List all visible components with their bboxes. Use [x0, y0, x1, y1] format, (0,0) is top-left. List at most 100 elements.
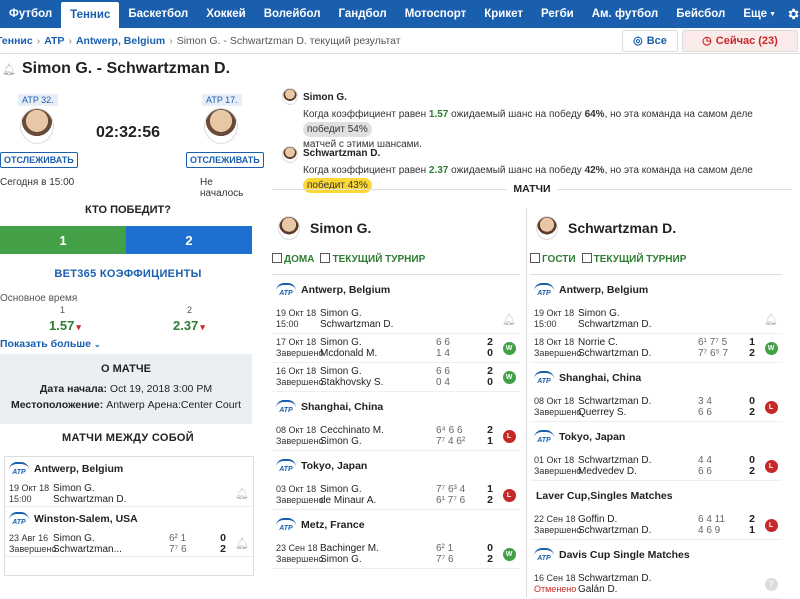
- atp-logo-icon: ATP: [534, 283, 554, 297]
- match-players: Bachinger M. Simon G.: [320, 543, 436, 565]
- matches-title-text: МАТЧИ: [507, 183, 557, 195]
- match-status: Отменено: [534, 584, 577, 594]
- match-row[interactable]: 23 Сен 18 Завершено Bachinger M. Simon G. 6²…: [272, 540, 520, 569]
- filter-home-checkbox[interactable]: ДОМА: [272, 253, 314, 265]
- match-row[interactable]: 16 Сен 18 Отменено Schwartzman D. Galán D.?: [530, 570, 782, 599]
- match-total: 12: [482, 484, 498, 506]
- away-form-list: ATP Antwerp, Belgium 19 Окт 18 15:00 Simon G…: [530, 275, 782, 599]
- match-result: L: [498, 429, 520, 443]
- match-row[interactable]: 16 Окт 18 Завершено Simon G. Stakhovsky S. 6…: [272, 363, 520, 392]
- tournament-header[interactable]: ATP Antwerp, Belgium: [530, 275, 782, 305]
- match-player-1: Simon G.: [320, 337, 362, 348]
- tab-cricket[interactable]: Крикет: [475, 0, 532, 28]
- prediction-text-part: ожидаемый шанс на победу: [448, 109, 585, 120]
- filter-away-checkbox[interactable]: ГОСТИ: [530, 253, 576, 265]
- breadcrumb-tennis[interactable]: Теннис: [0, 35, 33, 47]
- match-player-2: Schwartzman D.: [53, 493, 127, 505]
- win-badge: W: [502, 370, 516, 384]
- odds-away-value: 2.37: [173, 318, 199, 333]
- match-row[interactable]: 19 Окт 18 15:00 Simon G. Schwartzman D. 🔔︎: [272, 305, 520, 334]
- home-player-avatar[interactable]: [20, 108, 54, 144]
- bell-icon[interactable]: 🔔︎: [235, 487, 249, 500]
- match-date: 19 Окт 18: [9, 482, 50, 493]
- tournament-header[interactable]: ATP Tokyo, Japan: [272, 451, 520, 481]
- away-rank-badge[interactable]: ATP 17.: [202, 94, 242, 106]
- tournament-header[interactable]: ATP Shanghai, China: [530, 363, 782, 393]
- bell-icon[interactable]: 🔔︎: [764, 313, 778, 326]
- tournament-header[interactable]: ATP Metz, France: [272, 510, 520, 540]
- tournament-header[interactable]: ATP Winston-Salem, USA: [5, 507, 253, 531]
- match-player-1: Schwartzman D.: [578, 455, 652, 466]
- live-now-button[interactable]: ◷ Сейчас (23): [682, 29, 798, 52]
- odds-home[interactable]: 1.57 ▾: [49, 318, 81, 333]
- tournament-header[interactable]: ATP Davis Cup Single Matches: [530, 540, 782, 570]
- match-total: 20: [482, 337, 498, 359]
- match-set-scores: 7⁷ 6³ 4 6¹ 7⁷ 6: [436, 484, 482, 506]
- match-status: 15:00: [534, 319, 557, 329]
- tab-motorsport[interactable]: Мотоспорт: [396, 0, 476, 28]
- atp-logo-icon: ATP: [276, 400, 296, 414]
- breadcrumb-tournament[interactable]: Antwerp, Belgium: [76, 35, 165, 47]
- tournament-name: Metz, France: [301, 519, 365, 531]
- match-date-cell: 18 Окт 18 Завершено: [530, 337, 581, 359]
- tab-rugby[interactable]: Регби: [532, 0, 583, 28]
- match-row[interactable]: 01 Окт 18 Завершено Schwartzman D. Medvedev…: [530, 452, 782, 481]
- bell-icon[interactable]: 🔔︎: [235, 537, 249, 550]
- question-icon[interactable]: ?: [764, 577, 778, 591]
- filter-current-tournament-label: ТЕКУЩИЙ ТУРНИР: [332, 254, 426, 265]
- tournament-header[interactable]: ATP Tokyo, Japan: [530, 422, 782, 452]
- tab-hockey[interactable]: Хоккей: [197, 0, 255, 28]
- match-player-2: Simon G.: [320, 554, 362, 565]
- match-set-scores: 6 61 4: [436, 337, 482, 359]
- loss-badge: L: [764, 400, 778, 414]
- match-row[interactable]: 17 Окт 18 Завершено Simon G. Mcdonald M. 6 6…: [272, 334, 520, 363]
- checkbox-icon: [581, 253, 592, 263]
- home-form-avatar: [278, 216, 300, 240]
- tab-volleyball[interactable]: Волейбол: [255, 0, 330, 28]
- away-follow-button[interactable]: ОТСЛЕЖИВАТЬ: [186, 152, 264, 168]
- bell-icon[interactable]: 🔔︎: [502, 313, 516, 326]
- tournament-header[interactable]: ATP Antwerp, Belgium: [272, 275, 520, 305]
- match-player-2: Schwartzman D.: [578, 348, 652, 359]
- tournament-header[interactable]: ATP Antwerp, Belgium: [5, 457, 253, 481]
- match-row[interactable]: 19 Окт 18 15:00 Simon G. Schwartzman D. 🔔︎: [530, 305, 782, 334]
- tab-tennis[interactable]: Теннис: [61, 2, 120, 28]
- match-date: 18 Окт 18: [534, 337, 575, 347]
- match-total: 02: [215, 532, 231, 555]
- match-player-1: Goffin D.: [578, 514, 618, 525]
- filter-current-tournament-checkbox[interactable]: ТЕКУЩИЙ ТУРНИР: [581, 253, 686, 265]
- tab-basketball[interactable]: Баскетбол: [119, 0, 197, 28]
- bell-icon[interactable]: 🔔︎: [0, 63, 18, 76]
- tab-baseball[interactable]: Бейсбол: [667, 0, 734, 28]
- home-rank-badge[interactable]: ATP 32.: [18, 94, 58, 106]
- show-more-link[interactable]: Показать больше ⌄: [0, 338, 101, 350]
- vote-away-button[interactable]: 2: [126, 226, 252, 254]
- prediction-away-name[interactable]: Schwartzman D.: [303, 148, 380, 159]
- tournament-header[interactable]: ATP Shanghai, China: [272, 392, 520, 422]
- match-row[interactable]: 22 Сен 18 Завершено Goffin D. Schwartzman D…: [530, 511, 782, 540]
- vote-home-button[interactable]: 1: [0, 226, 126, 254]
- match-row[interactable]: 23 Авг 16 Завершено Simon G. Schwartzman...…: [5, 531, 253, 557]
- away-player-avatar[interactable]: [204, 108, 238, 144]
- tab-handball[interactable]: Гандбол: [330, 0, 396, 28]
- match-row[interactable]: 08 Окт 18 Завершено Schwartzman D. Querrey …: [530, 393, 782, 422]
- tournament-header[interactable]: ATPLaver Cup,Singles Matches: [530, 481, 782, 511]
- gear-icon[interactable]: [785, 0, 800, 28]
- match-row[interactable]: 03 Окт 18 Завершено Simon G. de Minaur A. 7⁷…: [272, 481, 520, 510]
- home-form-name[interactable]: Simon G.: [310, 220, 371, 236]
- home-follow-button[interactable]: ОТСЛЕЖИВАТЬ: [0, 152, 78, 168]
- prediction-home-name[interactable]: Simon G.: [303, 92, 347, 103]
- tab-football[interactable]: Футбол: [0, 0, 61, 28]
- tab-more[interactable]: Еще ▼: [734, 0, 785, 28]
- match-player-1: Simon G.: [320, 484, 362, 495]
- all-matches-button[interactable]: ◎ Все: [622, 29, 678, 52]
- match-row[interactable]: 18 Окт 18 Завершено Norrie C. Schwartzman D…: [530, 334, 782, 363]
- match-row[interactable]: 19 Окт 18 15:00 Simon G. Schwartzman D. 🔔︎: [5, 481, 253, 507]
- breadcrumb-atp[interactable]: ATP: [44, 35, 64, 47]
- match-row[interactable]: 08 Окт 18 Завершено Cecchinato M. Simon G. 6…: [272, 422, 520, 451]
- match-player-2: Galán D.: [578, 584, 618, 595]
- odds-away[interactable]: 2.37 ▾: [173, 318, 205, 333]
- filter-current-tournament-checkbox[interactable]: ТЕКУЩИЙ ТУРНИР: [320, 253, 425, 265]
- tab-american-football[interactable]: Ам. футбол: [583, 0, 667, 28]
- away-form-name[interactable]: Schwartzman D.: [568, 220, 676, 236]
